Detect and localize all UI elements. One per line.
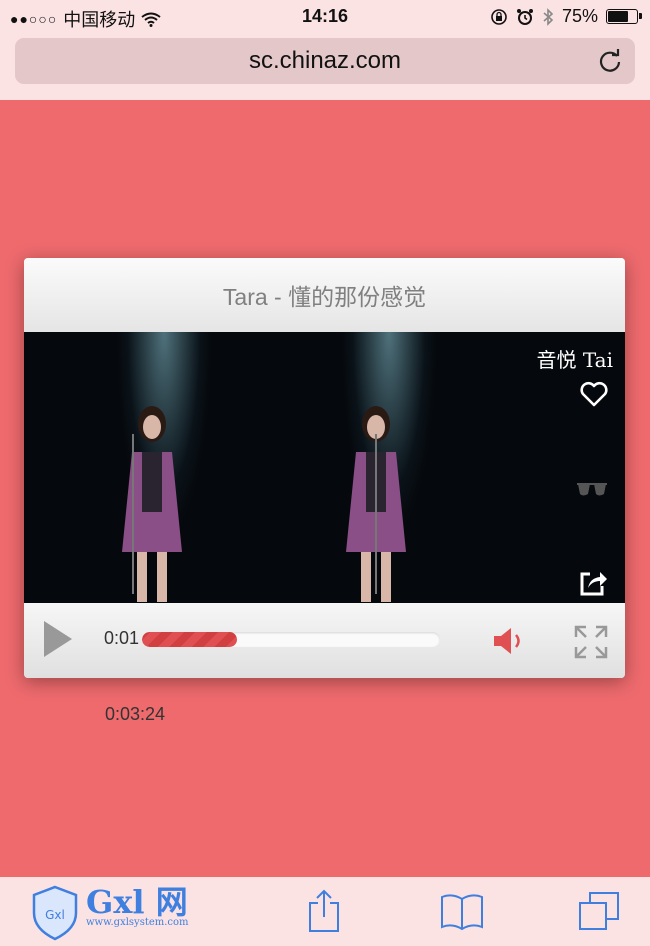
- channel-watermark: 音悦 Tai: [536, 348, 613, 372]
- track-duration: 0:03:24: [105, 704, 166, 724]
- address-bar[interactable]: sc.chinaz.com: [15, 38, 635, 84]
- shield-icon: Gxl: [32, 885, 78, 941]
- heart-icon[interactable]: [579, 380, 609, 408]
- logo-name: Gxl 网: [86, 883, 188, 921]
- bookmarks-icon[interactable]: [440, 893, 484, 931]
- battery-fill: [608, 11, 628, 22]
- singer-figure: [122, 406, 182, 602]
- singer-figure: [346, 406, 406, 602]
- address-text: sc.chinaz.com: [248, 47, 402, 74]
- share-icon[interactable]: [578, 568, 608, 598]
- progress-fill: [142, 632, 238, 647]
- share-toolbar-icon[interactable]: [307, 889, 341, 933]
- site-logo[interactable]: Gxl Gxl 网 www.gxlsystem.com: [32, 885, 189, 941]
- status-right: 75%: [490, 6, 642, 27]
- fullscreen-icon[interactable]: [574, 625, 608, 659]
- battery-icon: [606, 9, 642, 24]
- volume-icon[interactable]: [492, 625, 528, 657]
- battery-percent: 75%: [561, 6, 598, 26]
- bluetooth-icon: [543, 7, 554, 26]
- song-title: Tara - 懂的那份感觉: [24, 258, 625, 332]
- status-bar: ●●○○○ 中国移动 14:16 75%: [0, 0, 650, 34]
- current-time: 0:01: [104, 628, 140, 648]
- music-player-card: Tara - 懂的那份感觉 音悦 Tai 0:01: [24, 258, 625, 678]
- progress-bar[interactable]: [142, 632, 440, 647]
- logo-badge-text: Gxl: [45, 908, 65, 922]
- logo-url: www.gxlsystem.com: [86, 917, 189, 928]
- tabs-icon[interactable]: [578, 891, 620, 931]
- alarm-icon: [516, 8, 533, 25]
- browser-toolbar: Gxl Gxl 网 www.gxlsystem.com: [0, 877, 650, 946]
- glasses-icon[interactable]: [575, 480, 609, 500]
- orientation-lock-icon: [491, 8, 507, 25]
- player-controls: 0:01: [24, 603, 625, 678]
- play-icon[interactable]: [42, 619, 74, 659]
- browser-chrome: sc.chinaz.com: [0, 34, 650, 100]
- reload-icon[interactable]: [597, 48, 623, 74]
- video-area[interactable]: 音悦 Tai: [24, 332, 625, 603]
